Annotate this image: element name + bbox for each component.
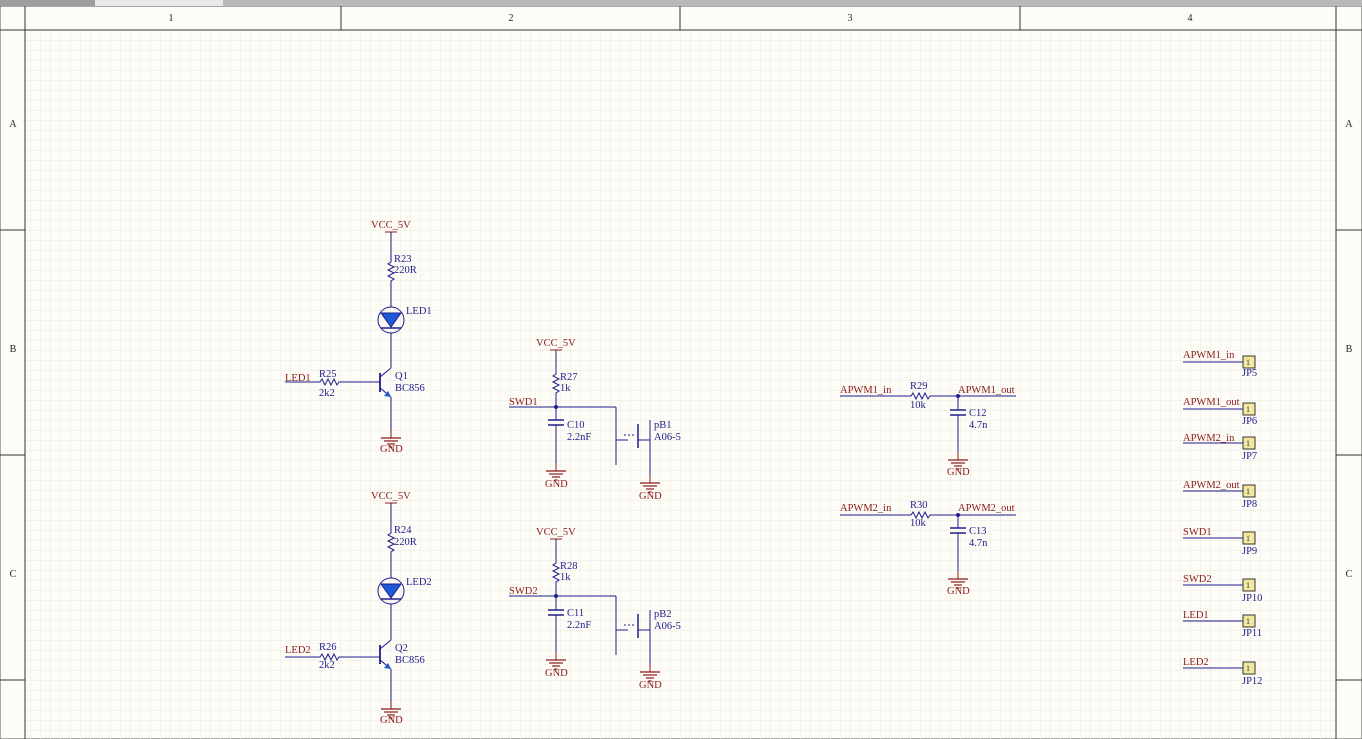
transistor-ref: Q2 <box>395 643 408 654</box>
filter-input-net: APWM2_in <box>840 503 892 514</box>
resistor-value: 220R <box>394 265 417 276</box>
net-label: LED1 <box>285 373 311 384</box>
capacitor-value: 2.2nF <box>567 432 591 443</box>
resistor-value: 220R <box>394 537 417 548</box>
button-ref: pB2 <box>654 609 672 620</box>
connector-ref: JP8 <box>1242 499 1257 510</box>
capacitor-ref: C12 <box>969 408 987 419</box>
connector-ref: JP10 <box>1242 593 1262 604</box>
connector-pin-number: 1 <box>1246 487 1250 496</box>
connector-net: APWM2_in <box>1183 433 1235 444</box>
gnd-label: GND <box>545 668 568 679</box>
vcc-label: VCC_5V <box>371 491 411 502</box>
connector-pin-number: 1 <box>1246 358 1250 367</box>
gnd-label: GND <box>639 491 662 502</box>
connector-pin-number: 1 <box>1246 405 1250 414</box>
filter-input-net: APWM1_in <box>840 385 892 396</box>
schematic-sheet[interactable]: 1 2 3 4 A B C A B C VCC_5V R23 220R LED1 <box>0 6 1362 739</box>
button-ref: pB1 <box>654 420 672 431</box>
connector-pin-number: 1 <box>1246 581 1250 590</box>
filter-output-net: APWM1_out <box>958 385 1015 396</box>
resistor-value: 10k <box>910 400 927 411</box>
button-value: A06-5 <box>654 432 681 443</box>
connector-net: APWM2_out <box>1183 480 1240 491</box>
sheet-frame: 1 2 3 4 A B C A B C <box>0 6 1362 739</box>
resistor-ref: R25 <box>319 369 337 380</box>
resistor-ref: R28 <box>560 561 578 572</box>
transistor-ref: Q1 <box>395 371 408 382</box>
resistor-ref: R27 <box>560 372 578 383</box>
connector-pin-number: 1 <box>1246 617 1250 626</box>
connector-ref: JP7 <box>1242 451 1257 462</box>
resistor-ref: R30 <box>910 500 928 511</box>
capacitor-value: 4.7n <box>969 420 988 431</box>
resistor-value: 10k <box>910 518 927 529</box>
gnd-label: GND <box>947 467 970 478</box>
connector-ref: JP5 <box>1242 368 1257 379</box>
gnd-label: GND <box>380 444 403 455</box>
frame-row-c-left: C <box>10 569 17 580</box>
connector-ref: JP6 <box>1242 416 1257 427</box>
resistor-value: 2k2 <box>319 388 335 399</box>
led-ref: LED1 <box>406 306 432 317</box>
frame-row-b-right: B <box>1346 344 1353 355</box>
vcc-label: VCC_5V <box>371 220 411 231</box>
connector-pin-number: 1 <box>1246 534 1250 543</box>
frame-col-3: 3 <box>848 13 853 24</box>
gnd-label: GND <box>947 586 970 597</box>
connector-pin-number: 1 <box>1246 664 1250 673</box>
connector-net: APWM1_in <box>1183 350 1235 361</box>
net-label: SWD1 <box>509 397 538 408</box>
capacitor-ref: C10 <box>567 420 585 431</box>
led-ref: LED2 <box>406 577 432 588</box>
gnd-label: GND <box>545 479 568 490</box>
connector-net: LED1 <box>1183 610 1209 621</box>
connector-net: LED2 <box>1183 657 1209 668</box>
connector-ref: JP11 <box>1242 628 1262 639</box>
frame-row-a-left: A <box>9 119 17 130</box>
resistor-value: 1k <box>560 572 571 583</box>
net-label: LED2 <box>285 645 311 656</box>
frame-row-a-right: A <box>1345 119 1353 130</box>
junction-dot <box>554 594 558 598</box>
capacitor-ref: C13 <box>969 526 987 537</box>
connector-ref: JP12 <box>1242 676 1262 687</box>
connector-net: APWM1_out <box>1183 397 1240 408</box>
resistor-ref: R26 <box>319 642 337 653</box>
vcc-label: VCC_5V <box>536 527 576 538</box>
vcc-label: VCC_5V <box>536 338 576 349</box>
connector-ref: JP9 <box>1242 546 1257 557</box>
frame-row-c-right: C <box>1346 569 1353 580</box>
gnd-label: GND <box>380 715 403 726</box>
resistor-value: 2k2 <box>319 660 335 671</box>
resistor-ref: R23 <box>394 254 412 265</box>
capacitor-value: 4.7n <box>969 538 988 549</box>
resistor-ref: R24 <box>394 525 412 536</box>
frame-col-1: 1 <box>169 13 174 24</box>
resistor-value: 1k <box>560 383 571 394</box>
frame-row-b-left: B <box>10 344 17 355</box>
transistor-value: BC856 <box>395 383 425 394</box>
connector-net: SWD1 <box>1183 527 1212 538</box>
capacitor-value: 2.2nF <box>567 620 591 631</box>
frame-col-4: 4 <box>1188 13 1193 24</box>
connector-net: SWD2 <box>1183 574 1212 585</box>
transistor-value: BC856 <box>395 655 425 666</box>
button-value: A06-5 <box>654 621 681 632</box>
filter-output-net: APWM2_out <box>958 503 1015 514</box>
connector-pin-number: 1 <box>1246 439 1250 448</box>
frame-col-2: 2 <box>509 13 514 24</box>
gnd-label: GND <box>639 680 662 691</box>
net-label: SWD2 <box>509 586 538 597</box>
junction-dot <box>554 405 558 409</box>
resistor-ref: R29 <box>910 381 928 392</box>
capacitor-ref: C11 <box>567 608 584 619</box>
